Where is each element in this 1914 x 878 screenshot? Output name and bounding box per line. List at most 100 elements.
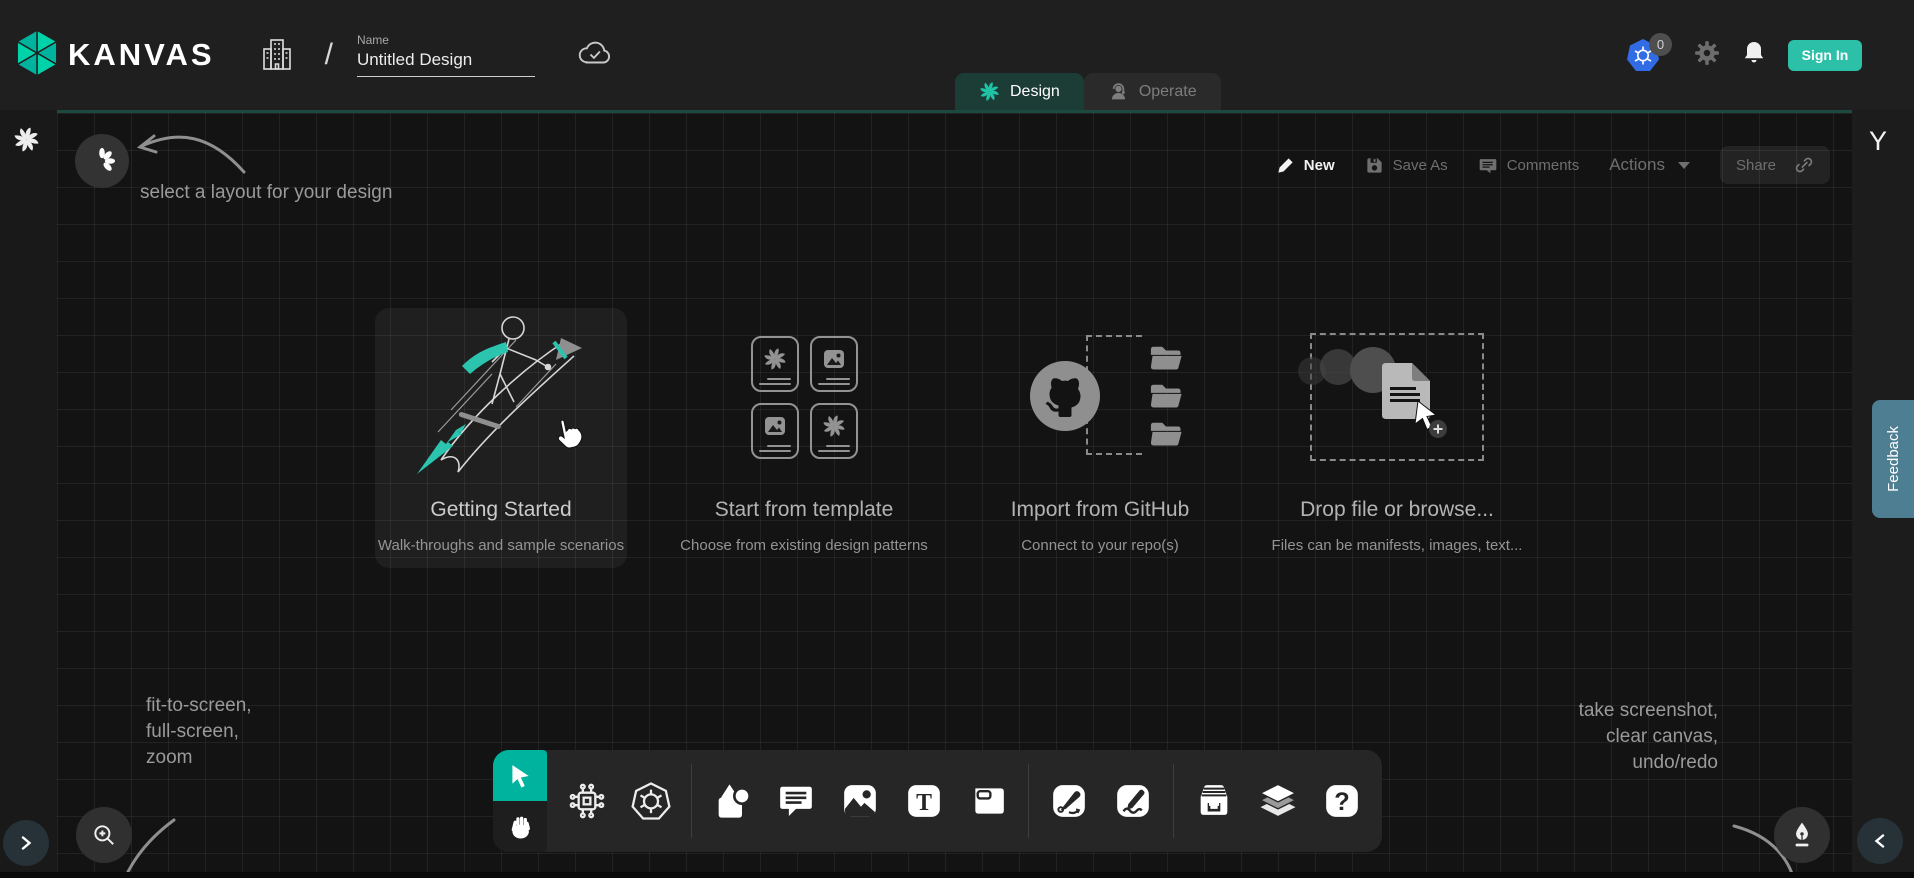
design-name-input[interactable]	[357, 50, 535, 77]
layout-select-button[interactable]	[75, 134, 129, 188]
shapes-tool-button[interactable]	[700, 750, 764, 852]
brand-wordmark: KANVAS	[68, 37, 215, 73]
feedback-label: Feedback	[1885, 426, 1902, 492]
kanvas-hexagon-logo[interactable]	[14, 28, 60, 83]
select-arrow-icon	[507, 763, 533, 789]
feedback-tab[interactable]: Feedback	[1872, 400, 1914, 518]
bell-icon[interactable]	[1742, 40, 1766, 71]
image-placeholder-icon	[821, 347, 847, 371]
pen-nib-icon	[1789, 821, 1815, 849]
meshery-swirl-icon	[822, 414, 846, 438]
utilities-hint-text: take screenshot, clear canvas, undo/redo	[1579, 698, 1718, 776]
card-subtitle: Files can be manifests, images, text...	[1272, 537, 1523, 554]
actions-dropdown[interactable]: Actions	[1609, 155, 1690, 175]
workspace: Y select a layout for your design New	[0, 110, 1914, 878]
bottom-edge-divider	[0, 872, 1914, 878]
hint-line: zoom	[146, 745, 252, 771]
breadcrumb-separator: /	[325, 38, 333, 72]
actions-label: Actions	[1609, 155, 1665, 175]
expand-right-panel-button[interactable]	[1857, 818, 1903, 864]
kubernetes-icon	[630, 780, 672, 822]
drop-zone[interactable]	[1310, 333, 1484, 461]
tab-operate[interactable]: Operate	[1084, 73, 1221, 110]
hint-line: take screenshot,	[1579, 698, 1718, 724]
rocket-doodle	[396, 312, 606, 482]
meshery-swirl-icon	[763, 347, 787, 371]
new-button[interactable]: New	[1276, 156, 1335, 175]
folder-icon	[1148, 419, 1184, 447]
layer5-y-logo: Y	[1869, 126, 1887, 157]
comments-label: Comments	[1507, 157, 1580, 174]
sign-in-button[interactable]: Sign In	[1788, 40, 1862, 71]
sticky-note-icon	[969, 782, 1007, 820]
gear-icon[interactable]	[1694, 40, 1720, 71]
card-getting-started[interactable]: Getting Started Walk-throughs and sample…	[375, 308, 627, 568]
new-label: New	[1304, 157, 1335, 174]
drop-file-icon	[1374, 359, 1458, 445]
layers-tool-button[interactable]	[1246, 750, 1310, 852]
folder-icon	[1148, 343, 1184, 371]
meshery-swirl-icon[interactable]	[13, 126, 40, 158]
component-chip-icon	[567, 781, 607, 821]
pan-tool-button[interactable]	[493, 801, 547, 852]
pencil-new-icon	[1276, 156, 1295, 175]
share-link-icon	[1794, 155, 1814, 175]
save-as-button[interactable]: Save As	[1365, 156, 1448, 175]
chevron-right-icon	[19, 836, 33, 850]
card-drop-file[interactable]: Drop file or browse... Files can be mani…	[1288, 308, 1506, 554]
expand-left-panel-button[interactable]	[3, 820, 49, 866]
chevron-left-icon	[1873, 834, 1887, 848]
hint-line: fit-to-screen,	[146, 693, 252, 719]
freehand-draw-tool-button[interactable]	[1101, 750, 1165, 852]
image-tool-button[interactable]	[828, 750, 892, 852]
app-header: KANVAS / Name Design	[0, 0, 1914, 110]
chevron-down-icon	[1678, 162, 1690, 169]
kubernetes-tool-button[interactable]	[619, 750, 683, 852]
card-start-from-template[interactable]: Start from template Choose from existing…	[668, 308, 940, 554]
card-title: Start from template	[715, 498, 894, 522]
pan-hand-icon	[507, 814, 533, 840]
tab-design[interactable]: Design	[955, 73, 1084, 110]
mode-tabs: Design Operate	[955, 73, 1221, 110]
image-placeholder-icon	[762, 414, 788, 438]
card-subtitle: Connect to your repo(s)	[1021, 537, 1179, 554]
save-floppy-icon	[1365, 156, 1384, 175]
text-tool-icon: T	[905, 782, 943, 820]
organization-building-icon[interactable]	[259, 33, 295, 78]
template-tiles	[668, 308, 940, 486]
svg-text:?: ?	[1334, 788, 1349, 816]
design-name-field: Name	[357, 33, 535, 77]
pen-tool-icon	[1050, 782, 1088, 820]
canvas-actions-toolbar: New Save As Comments Actions Share	[1276, 146, 1830, 184]
comment-tool-button[interactable]	[764, 750, 828, 852]
zoom-controls-button[interactable]	[76, 807, 132, 863]
share-button[interactable]: Share	[1720, 146, 1830, 184]
kubernetes-context-button[interactable]: 0	[1626, 35, 1672, 75]
card-title: Drop file or browse...	[1300, 498, 1494, 522]
drawer-tool-button[interactable]	[1182, 750, 1246, 852]
layout-hint-text: select a layout for your design	[140, 180, 392, 206]
help-icon: ?	[1323, 782, 1361, 820]
share-label: Share	[1736, 157, 1776, 174]
components-tool-button[interactable]	[555, 750, 619, 852]
help-tool-button[interactable]: ?	[1310, 750, 1374, 852]
folder-icon	[1148, 381, 1184, 409]
sticky-note-tool-button[interactable]	[956, 750, 1020, 852]
left-rail	[0, 110, 57, 878]
cloud-synced-icon	[577, 39, 613, 72]
comments-icon	[1478, 156, 1498, 175]
hint-line: undo/redo	[1579, 750, 1718, 776]
text-tool-button[interactable]: T	[892, 750, 956, 852]
zoom-in-icon	[91, 822, 117, 848]
name-label: Name	[357, 33, 535, 47]
card-import-from-github[interactable]: Import from GitHub Connect to your repo(…	[993, 308, 1207, 554]
tab-operate-label: Operate	[1139, 83, 1197, 101]
card-subtitle: Walk-throughs and sample scenarios	[378, 537, 624, 554]
card-title: Import from GitHub	[1011, 498, 1190, 522]
headset-operate-icon	[1108, 81, 1129, 102]
comments-button[interactable]: Comments	[1478, 156, 1580, 175]
freehand-draw-icon	[1114, 782, 1152, 820]
canvas-utilities-button[interactable]	[1774, 807, 1830, 863]
pen-tool-button[interactable]	[1037, 750, 1101, 852]
select-tool-button[interactable]	[493, 750, 547, 801]
